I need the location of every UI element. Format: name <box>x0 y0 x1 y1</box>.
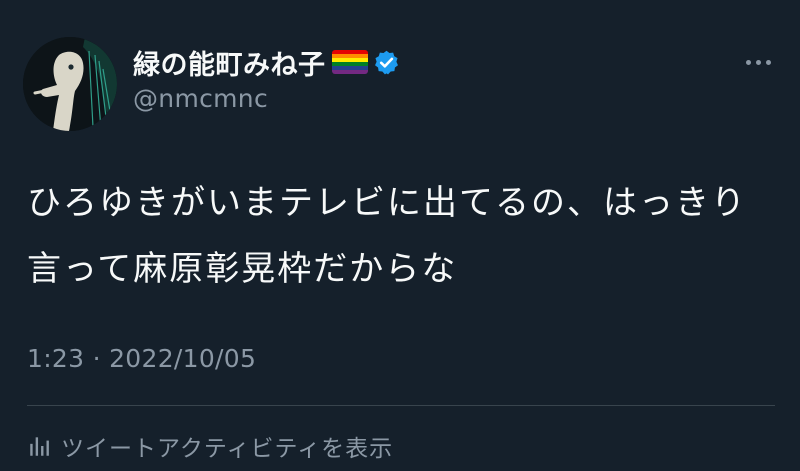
avatar[interactable] <box>23 37 117 131</box>
flag-stripe-purple <box>331 70 368 74</box>
more-options-icon[interactable] <box>738 50 778 74</box>
author-header: 緑の能町みね子 <box>133 43 400 82</box>
tweet-time: 1:23 <box>27 344 85 373</box>
rainbow-flag-icon <box>331 50 368 74</box>
view-tweet-activity-button[interactable]: ツイートアクティビティを表示 <box>27 430 393 462</box>
activity-label: ツイートアクティビティを表示 <box>61 436 394 462</box>
more-dot <box>755 59 761 65</box>
more-dot <box>745 59 751 65</box>
verified-badge-icon[interactable] <box>373 49 400 76</box>
divider <box>27 405 775 406</box>
author-display-name[interactable]: 緑の能町みね子 <box>133 43 326 82</box>
avatar-illustration <box>23 37 117 131</box>
meta-separator: · <box>92 344 101 373</box>
analytics-icon <box>30 437 49 456</box>
tweet-text: ひろゆきがいまテレビに出てるの、はっきり言って麻原彰晃枠だからな <box>27 183 747 289</box>
tweet-date: 2022/10/05 <box>109 344 257 373</box>
tweet-timestamp[interactable]: 1:23 · 2022/10/05 <box>27 344 256 373</box>
tweet-card: 緑の能町みね子 @nmcmnc ひろゆきがいまテレビに出てるの、はっきり言って麻… <box>0 0 800 471</box>
more-dot <box>765 59 771 65</box>
author-username[interactable]: @nmcmnc <box>133 84 268 113</box>
